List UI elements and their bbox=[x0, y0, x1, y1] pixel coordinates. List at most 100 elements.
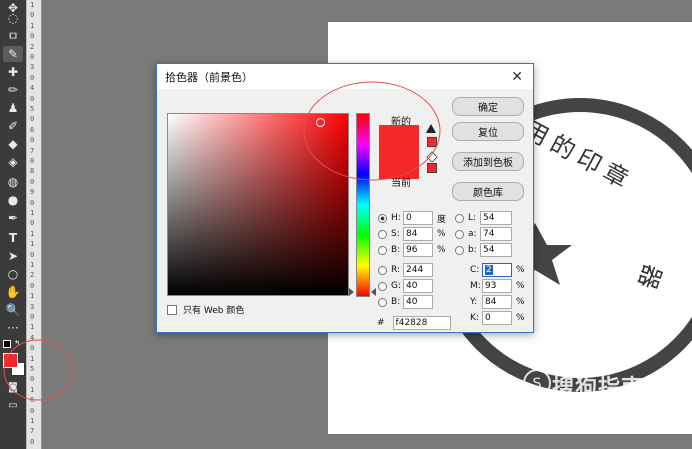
s-label: S: bbox=[391, 229, 400, 239]
s-radio[interactable] bbox=[378, 229, 387, 239]
brush-tool-icon[interactable]: ✏ bbox=[3, 82, 23, 98]
r-label: R: bbox=[391, 265, 401, 275]
r-radio[interactable] bbox=[378, 265, 387, 275]
web-only-checkbox[interactable] bbox=[167, 304, 177, 315]
shape-tool-icon[interactable]: ○ bbox=[3, 266, 23, 282]
g-label: G: bbox=[391, 281, 402, 291]
g-input[interactable]: 40 bbox=[403, 279, 433, 293]
h-radio[interactable] bbox=[378, 213, 387, 223]
ruler-tick: 1 bbox=[30, 229, 35, 238]
l-input[interactable]: 54 bbox=[480, 211, 512, 225]
ruler-tick: 0 bbox=[30, 53, 35, 61]
ruler-tick: 1 bbox=[30, 417, 35, 425]
ruler-tick: 9 bbox=[30, 188, 35, 197]
bucket-tool-icon[interactable]: ◈ bbox=[3, 154, 23, 170]
watermark-url: zhinan.sogou.com bbox=[520, 408, 646, 422]
c-input[interactable]: 2 bbox=[482, 263, 512, 277]
ruler-tick: 1 bbox=[30, 261, 35, 269]
close-icon[interactable]: ✕ bbox=[511, 69, 523, 85]
lasso-tool-icon[interactable]: ◌ bbox=[3, 10, 23, 26]
hue-slider-right-arrow-icon[interactable] bbox=[371, 288, 376, 296]
h-label: H: bbox=[391, 213, 401, 223]
color-libraries-button[interactable]: 颜色库 bbox=[452, 182, 524, 201]
l-radio[interactable] bbox=[455, 213, 464, 223]
ruler-tick: 8 bbox=[30, 167, 35, 176]
ruler-tick: 0 bbox=[30, 198, 35, 207]
g-radio[interactable] bbox=[378, 281, 387, 291]
path-select-tool-icon[interactable]: ➤ bbox=[3, 248, 23, 264]
m-input[interactable]: 93 bbox=[482, 279, 512, 293]
ruler-tick: 2 bbox=[30, 271, 35, 280]
y-label: Y: bbox=[470, 297, 478, 307]
ruler-tick: 0 bbox=[30, 11, 35, 20]
ruler-tick: 1 bbox=[30, 323, 35, 332]
ruler-tick: 0 bbox=[30, 32, 35, 41]
blue-input[interactable]: 40 bbox=[403, 295, 433, 309]
ruler-tick: 1 bbox=[30, 292, 35, 301]
stamp-tool-icon[interactable]: ♟ bbox=[3, 100, 23, 116]
eyedropper-tool-icon[interactable]: ✎ bbox=[3, 46, 23, 62]
l-label: L: bbox=[468, 213, 477, 223]
watermark-text: 搜狗指南 bbox=[552, 376, 645, 401]
y-unit: % bbox=[516, 297, 525, 307]
history-brush-tool-icon[interactable]: ✐ bbox=[3, 118, 23, 134]
ruler-tick: 0 bbox=[30, 136, 35, 145]
ruler-tick: 0 bbox=[30, 281, 35, 290]
blue-radio[interactable] bbox=[378, 297, 387, 307]
crop-tool-icon[interactable]: ㅁ bbox=[3, 28, 23, 44]
svg-text:S: S bbox=[533, 376, 542, 392]
healing-tool-icon[interactable]: ✚ bbox=[3, 64, 23, 80]
annotation-circle-toolbar bbox=[3, 339, 73, 401]
eraser-tool-icon[interactable]: ◆ bbox=[3, 136, 23, 152]
hex-input[interactable]: f42828 bbox=[392, 316, 451, 330]
lab-b-label: b: bbox=[468, 245, 477, 255]
ruler-tick: 5 bbox=[30, 105, 35, 113]
a-input[interactable]: 74 bbox=[480, 227, 512, 241]
ruler-tick: 2 bbox=[30, 42, 35, 51]
dodge-tool-icon[interactable]: ● bbox=[3, 192, 23, 208]
y-input[interactable]: 84 bbox=[482, 295, 512, 309]
c-label: C: bbox=[470, 265, 480, 275]
blur-tool-icon[interactable]: ◍ bbox=[3, 174, 23, 190]
ruler-tick: 7 bbox=[30, 146, 35, 155]
lab-b-input[interactable]: 54 bbox=[480, 243, 512, 257]
add-to-swatches-button[interactable]: 添加到色板 bbox=[452, 152, 524, 171]
ruler-tick: 1 bbox=[30, 21, 35, 30]
ruler-tick: 0 bbox=[30, 157, 35, 165]
k-input[interactable]: 0 bbox=[482, 311, 512, 325]
r-input[interactable]: 244 bbox=[403, 263, 433, 277]
ok-button[interactable]: 确定 bbox=[452, 97, 524, 116]
blue-label: B: bbox=[391, 297, 401, 307]
b-unit: % bbox=[437, 245, 446, 255]
ruler-tick: 0 bbox=[30, 177, 35, 186]
ruler-tick: 3 bbox=[30, 63, 35, 72]
dialog-title: 拾色器（前景色） bbox=[165, 70, 253, 84]
ruler-tick: 1 bbox=[30, 1, 35, 9]
pen-tool-icon[interactable]: ✒ bbox=[3, 210, 23, 226]
reset-button[interactable]: 复位 bbox=[452, 122, 524, 141]
m-unit: % bbox=[516, 281, 525, 291]
hue-slider-left-arrow-icon[interactable] bbox=[349, 288, 354, 296]
ruler-tick: 3 bbox=[30, 302, 35, 311]
ruler-tick: 0 bbox=[30, 73, 35, 82]
hand-tool-icon[interactable]: ✋ bbox=[3, 284, 23, 300]
m-label: M: bbox=[470, 281, 481, 291]
ruler-tick: 0 bbox=[30, 313, 35, 321]
h-input[interactable]: 0 bbox=[403, 211, 433, 225]
b-input[interactable]: 96 bbox=[403, 243, 433, 257]
ruler-tick: 1 bbox=[30, 240, 35, 249]
web-only-label: 只有 Web 颜色 bbox=[183, 306, 245, 316]
type-tool-icon[interactable]: T bbox=[3, 230, 23, 246]
k-unit: % bbox=[516, 313, 525, 323]
zoom-tool-icon[interactable]: 🔍 bbox=[3, 302, 23, 318]
ruler-tick: 1 bbox=[30, 209, 35, 217]
s-input[interactable]: 84 bbox=[403, 227, 433, 241]
ruler-tick: 0 bbox=[30, 437, 35, 446]
a-radio[interactable] bbox=[455, 229, 464, 239]
more-tools-icon[interactable]: ··· bbox=[3, 320, 23, 336]
ruler-tick: 0 bbox=[30, 94, 35, 103]
lab-b-radio[interactable] bbox=[455, 245, 464, 255]
ruler-tick: 0 bbox=[30, 219, 35, 228]
b-radio[interactable] bbox=[378, 245, 387, 255]
annotation-circle-swatch bbox=[303, 81, 441, 181]
